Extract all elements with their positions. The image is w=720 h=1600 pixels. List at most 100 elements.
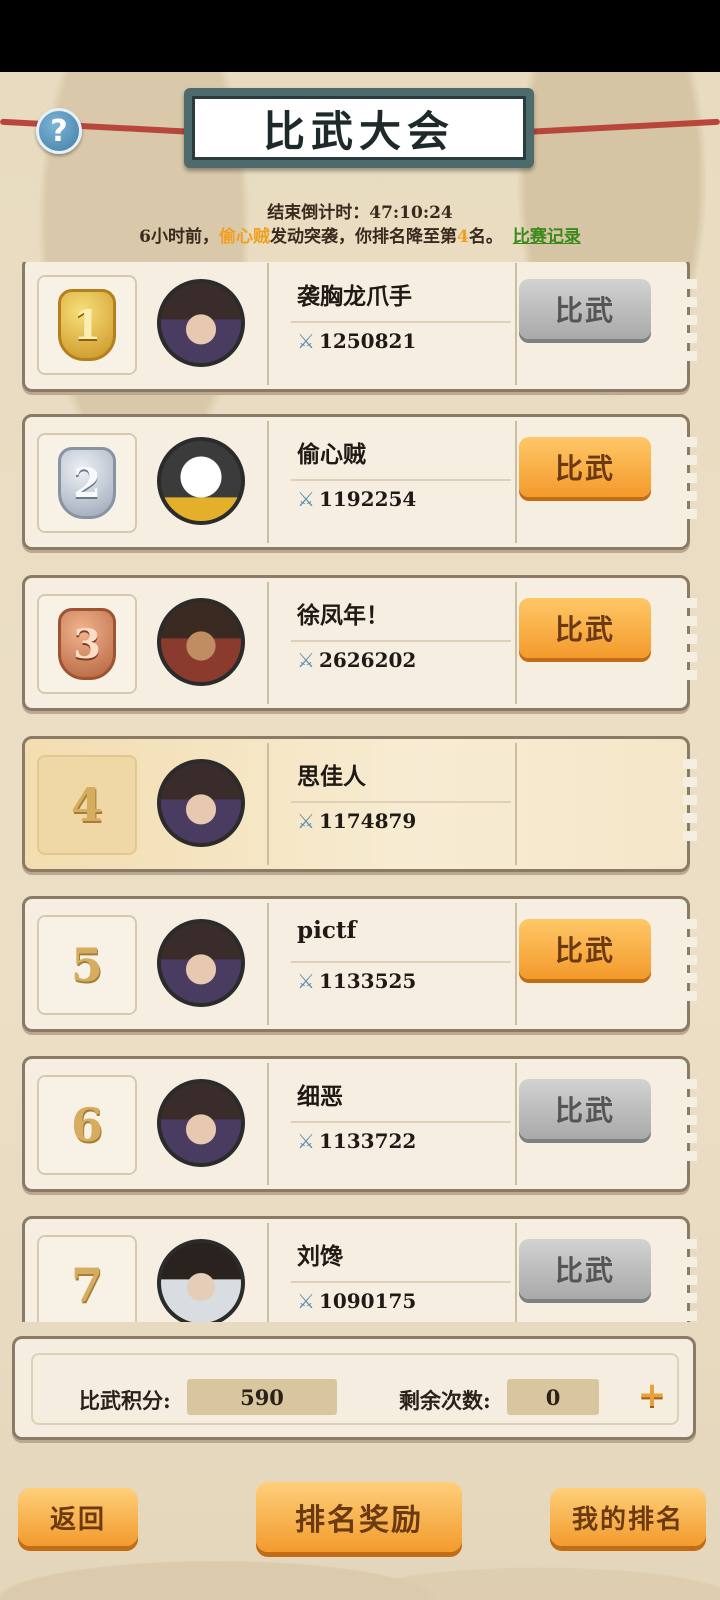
- bronze-medal-icon: 3: [58, 608, 116, 680]
- status-bar: [0, 0, 720, 72]
- points-value: 590: [187, 1379, 337, 1415]
- player-avatar[interactable]: [157, 759, 245, 847]
- player-avatar[interactable]: [157, 437, 245, 525]
- rank-number: 4: [70, 778, 103, 832]
- divider: [291, 321, 511, 323]
- divider: [291, 1121, 511, 1123]
- notice-middle: 发动突袭，你排名降至第: [270, 227, 457, 247]
- new-rank: 4: [457, 227, 469, 247]
- score-inner: 比武积分: 590 剩余次数: 0 +: [31, 1353, 679, 1425]
- player-row[interactable]: 1 袭胸龙爪手 ⚔ 1250821 比武: [22, 262, 697, 392]
- player-name: 思佳人: [297, 763, 366, 790]
- crossed-swords-icon: ⚔: [297, 487, 315, 511]
- combat-power: ⚔ 1090175: [297, 1289, 416, 1313]
- player-info: 刘馋 ⚔ 1090175: [267, 1223, 517, 1322]
- power-value: 1090175: [318, 1289, 417, 1313]
- divider: [291, 961, 511, 963]
- score-panel: 比武积分: 590 剩余次数: 0 +: [12, 1336, 696, 1440]
- crossed-swords-icon: ⚔: [297, 1129, 315, 1153]
- player-row[interactable]: 4 思佳人 ⚔ 1174879: [22, 736, 697, 872]
- ranking-list[interactable]: 1 袭胸龙爪手 ⚔ 1250821 比武 2 偷心贼 ⚔ 1192254 比武 3 徐凤年！ ⚔ 2626…: [0, 262, 720, 1322]
- combat-power: ⚔ 1192254: [297, 487, 416, 511]
- notice-suffix: 名。: [468, 227, 503, 247]
- player-name: 徐凤年！: [297, 602, 389, 629]
- match-record-link[interactable]: 比赛记录: [513, 227, 581, 247]
- rank-badge: 3: [37, 594, 137, 694]
- add-attempts-button[interactable]: +: [637, 1378, 667, 1412]
- challenge-button[interactable]: 比武: [519, 598, 651, 658]
- player-info: 细恶 ⚔ 1133722: [267, 1063, 517, 1185]
- rank-number: 6: [70, 1098, 103, 1152]
- combat-power: ⚔ 1133722: [297, 1129, 416, 1153]
- title-plate: 比武大会: [184, 88, 534, 168]
- remaining-value: 0: [507, 1379, 599, 1415]
- player-avatar[interactable]: [157, 1079, 245, 1167]
- player-avatar[interactable]: [157, 919, 245, 1007]
- challenge-button[interactable]: 比武: [519, 279, 651, 339]
- countdown-text: 结束倒计时：47:10:24: [267, 203, 453, 223]
- player-row[interactable]: 6 细恶 ⚔ 1133722 比武: [22, 1056, 697, 1192]
- combat-power: ⚔ 2626202: [297, 648, 416, 672]
- power-value: 1174879: [318, 809, 417, 833]
- rank-badge: 7: [37, 1235, 137, 1322]
- card-edge-decoration: [683, 437, 697, 527]
- player-row[interactable]: 5 pictf ⚔ 1133525 比武: [22, 896, 697, 1032]
- player-row[interactable]: 3 徐凤年！ ⚔ 2626202 比武: [22, 575, 697, 711]
- power-value: 1133525: [318, 969, 417, 993]
- player-name: 袭胸龙爪手: [297, 283, 412, 310]
- rank-badge: 2: [37, 433, 137, 533]
- crossed-swords-icon: ⚔: [297, 329, 315, 353]
- card-edge-decoration: [683, 759, 697, 849]
- crossed-swords-icon: ⚔: [297, 648, 315, 672]
- player-info: 思佳人 ⚔ 1174879: [267, 743, 517, 865]
- power-value: 1250821: [318, 329, 417, 353]
- help-button[interactable]: ?: [36, 108, 82, 154]
- card-edge-decoration: [683, 598, 697, 688]
- rank-badge: 1: [37, 275, 137, 375]
- rank-badge: 5: [37, 915, 137, 1015]
- player-name: pictf: [297, 917, 357, 944]
- card-edge-decoration: [683, 1239, 697, 1322]
- divider: [291, 801, 511, 803]
- remaining-label: 剩余次数:: [399, 1388, 491, 1413]
- back-button[interactable]: 返回: [18, 1488, 138, 1546]
- player-name: 偷心贼: [297, 441, 366, 468]
- player-avatar[interactable]: [157, 598, 245, 686]
- player-avatar[interactable]: [157, 279, 245, 367]
- attacker-name[interactable]: 偷心贼: [219, 227, 270, 247]
- player-info: 徐凤年！ ⚔ 2626202: [267, 582, 517, 704]
- player-avatar[interactable]: [157, 1239, 245, 1322]
- card-edge-decoration: [683, 919, 697, 1009]
- player-info: 袭胸龙爪手 ⚔ 1250821: [267, 263, 517, 385]
- power-value: 2626202: [318, 648, 417, 672]
- combat-power: ⚔ 1174879: [297, 809, 416, 833]
- challenge-button[interactable]: 比武: [519, 1079, 651, 1139]
- crossed-swords-icon: ⚔: [297, 809, 315, 833]
- player-info: 偷心贼 ⚔ 1192254: [267, 421, 517, 543]
- help-icon: ?: [50, 113, 68, 149]
- card-edge-decoration: [683, 1079, 697, 1169]
- divider: [291, 1281, 511, 1283]
- rank-number: 7: [70, 1258, 103, 1312]
- crossed-swords-icon: ⚔: [297, 969, 315, 993]
- player-row[interactable]: 7 刘馋 ⚔ 1090175 比武: [22, 1216, 697, 1322]
- rank-badge: 6: [37, 1075, 137, 1175]
- card-edge-decoration: [683, 279, 697, 369]
- attack-notice: 6小时前，偷心贼发动突袭，你排名降至第4名。 比赛记录: [0, 222, 720, 247]
- crossed-swords-icon: ⚔: [297, 1289, 315, 1313]
- my-rank-button[interactable]: 我的排名: [550, 1488, 706, 1546]
- combat-power: ⚔ 1250821: [297, 329, 416, 353]
- silver-medal-icon: 2: [58, 447, 116, 519]
- divider: [291, 479, 511, 481]
- challenge-button[interactable]: 比武: [519, 919, 651, 979]
- player-info: pictf ⚔ 1133525: [267, 903, 517, 1025]
- gold-medal-icon: 1: [58, 289, 116, 361]
- combat-power: ⚔ 1133525: [297, 969, 416, 993]
- rank-number: 5: [70, 938, 103, 992]
- page-title: 比武大会: [192, 96, 526, 160]
- player-name: 细恶: [297, 1083, 343, 1110]
- challenge-button[interactable]: 比武: [519, 1239, 651, 1299]
- player-row[interactable]: 2 偷心贼 ⚔ 1192254 比武: [22, 414, 697, 550]
- rank-rewards-button[interactable]: 排名奖励: [256, 1482, 462, 1552]
- challenge-button[interactable]: 比武: [519, 437, 651, 497]
